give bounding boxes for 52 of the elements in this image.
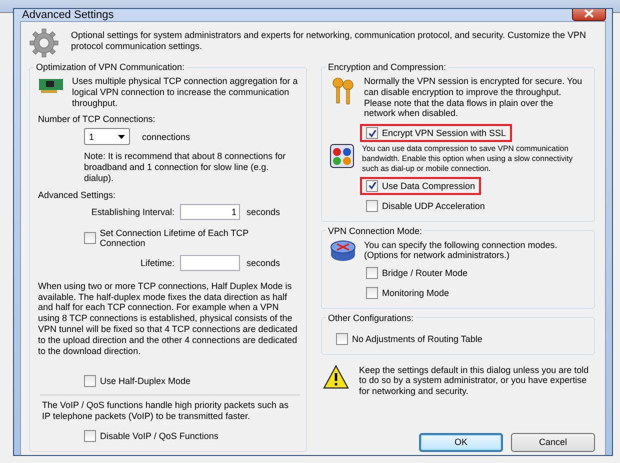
interval-unit: seconds [246, 206, 280, 217]
router-icon [330, 240, 356, 262]
header-description: Optional settings for system administrators and experts for networking, communication protocol, and security. Customize the VPN protocol communication settings. [71, 29, 588, 52]
connection-mode-description: You can specify the following connection modes. (Options for network administrators.) [364, 240, 558, 262]
checkbox[interactable] [84, 375, 96, 388]
dialog-button[interactable]: OK [419, 432, 503, 452]
checkbox-option[interactable]: Use Data Compression [360, 176, 482, 195]
checkbox-option[interactable]: Encrypt VPN Session with SSL [360, 124, 512, 142]
checkbox[interactable] [366, 200, 378, 212]
checkbox[interactable] [84, 430, 96, 442]
checkbox[interactable] [366, 127, 378, 140]
connections-unit: connections [142, 132, 190, 142]
interval-label: Establishing Interval: [91, 206, 174, 217]
checkbox[interactable] [366, 180, 378, 192]
compression-icon [330, 144, 354, 168]
keys-icon [330, 76, 356, 106]
gear-icon [29, 28, 59, 58]
checkbox-option[interactable]: Set Connection Lifetime of Each TCP Connection [78, 224, 298, 251]
checkbox[interactable] [336, 332, 348, 345]
warning-text: Keep the settings default in this dialog unless you are told to do so by a system administrator, or you have expertise for networking and security. [359, 364, 590, 397]
close-icon[interactable] [584, 9, 594, 18]
checkbox-option[interactable]: Monitoring Mode [360, 284, 456, 302]
checkbox[interactable] [366, 286, 378, 299]
dialog-button[interactable]: Cancel [511, 432, 595, 452]
checkbox-option[interactable]: Disable VoIP / QoS Functions [78, 426, 224, 445]
checkbox-option[interactable]: Use Half-Duplex Mode [78, 372, 197, 390]
warning-icon [323, 364, 349, 389]
checkbox-option[interactable]: No Adjustments of Routing Table [330, 330, 488, 348]
checkbox[interactable] [84, 232, 96, 244]
group-title: Optimization of VPN Communication: [35, 62, 186, 72]
group-title: Encryption and Compression: [327, 62, 448, 72]
group-title: VPN Connection Mode: [327, 226, 424, 236]
advanced-settings-label: Advanced Settings: [38, 190, 117, 200]
optimization-description: Uses multiple physical TCP connection aggregation for a logical VPN connection to increase the communication throughput. [72, 76, 298, 108]
tcp-count-dropdown[interactable]: 1 [84, 128, 130, 146]
lifetime-label: Lifetime: [140, 258, 174, 268]
lifetime-unit: seconds [246, 258, 280, 268]
checkbox-option[interactable]: Disable UDP Acceleration [360, 196, 491, 215]
checkbox[interactable] [366, 266, 378, 279]
half-duplex-description: When using two or more TCP connections, Half Duplex Mode is available. The half-duplex mode fixes the data direction as half and half for each TCP connection. For example when a VPN using 8 TCP connections is established, physical consists of the VPN tunnel will be fixed so that 4 TCP connections are dedicated to the upload direction and the other 4 connections are dedicated to the download direction. [38, 280, 298, 356]
encryption-description: Normally the VPN session is encrypted for secure. You can disable encryption to improve the throughput. Please note that the data flows in plain over the network when disabled. [364, 76, 584, 120]
lifetime-field[interactable] [180, 254, 240, 271]
close-button[interactable] [572, 9, 606, 21]
recommendation-note: Note: It is recommend that about 8 connections for broadband and 1 connection for slow line (e.g. dialup). [84, 151, 287, 184]
voip-description: The VoIP / QoS functions handle high priority packets such as IP telephone packets (VoIP) to be transmitted faster. [42, 400, 290, 422]
group-title: Other Configurations: [327, 312, 415, 323]
interval-field[interactable]: 1 [180, 204, 240, 220]
checkbox-option[interactable]: Bridge / Router Mode [360, 264, 474, 282]
window-title: Advanced Settings [21, 9, 114, 21]
caret-icon[interactable] [118, 134, 125, 139]
tcp-connections-label: Number of TCP Connections: [38, 114, 156, 124]
network-card-icon [38, 76, 64, 94]
